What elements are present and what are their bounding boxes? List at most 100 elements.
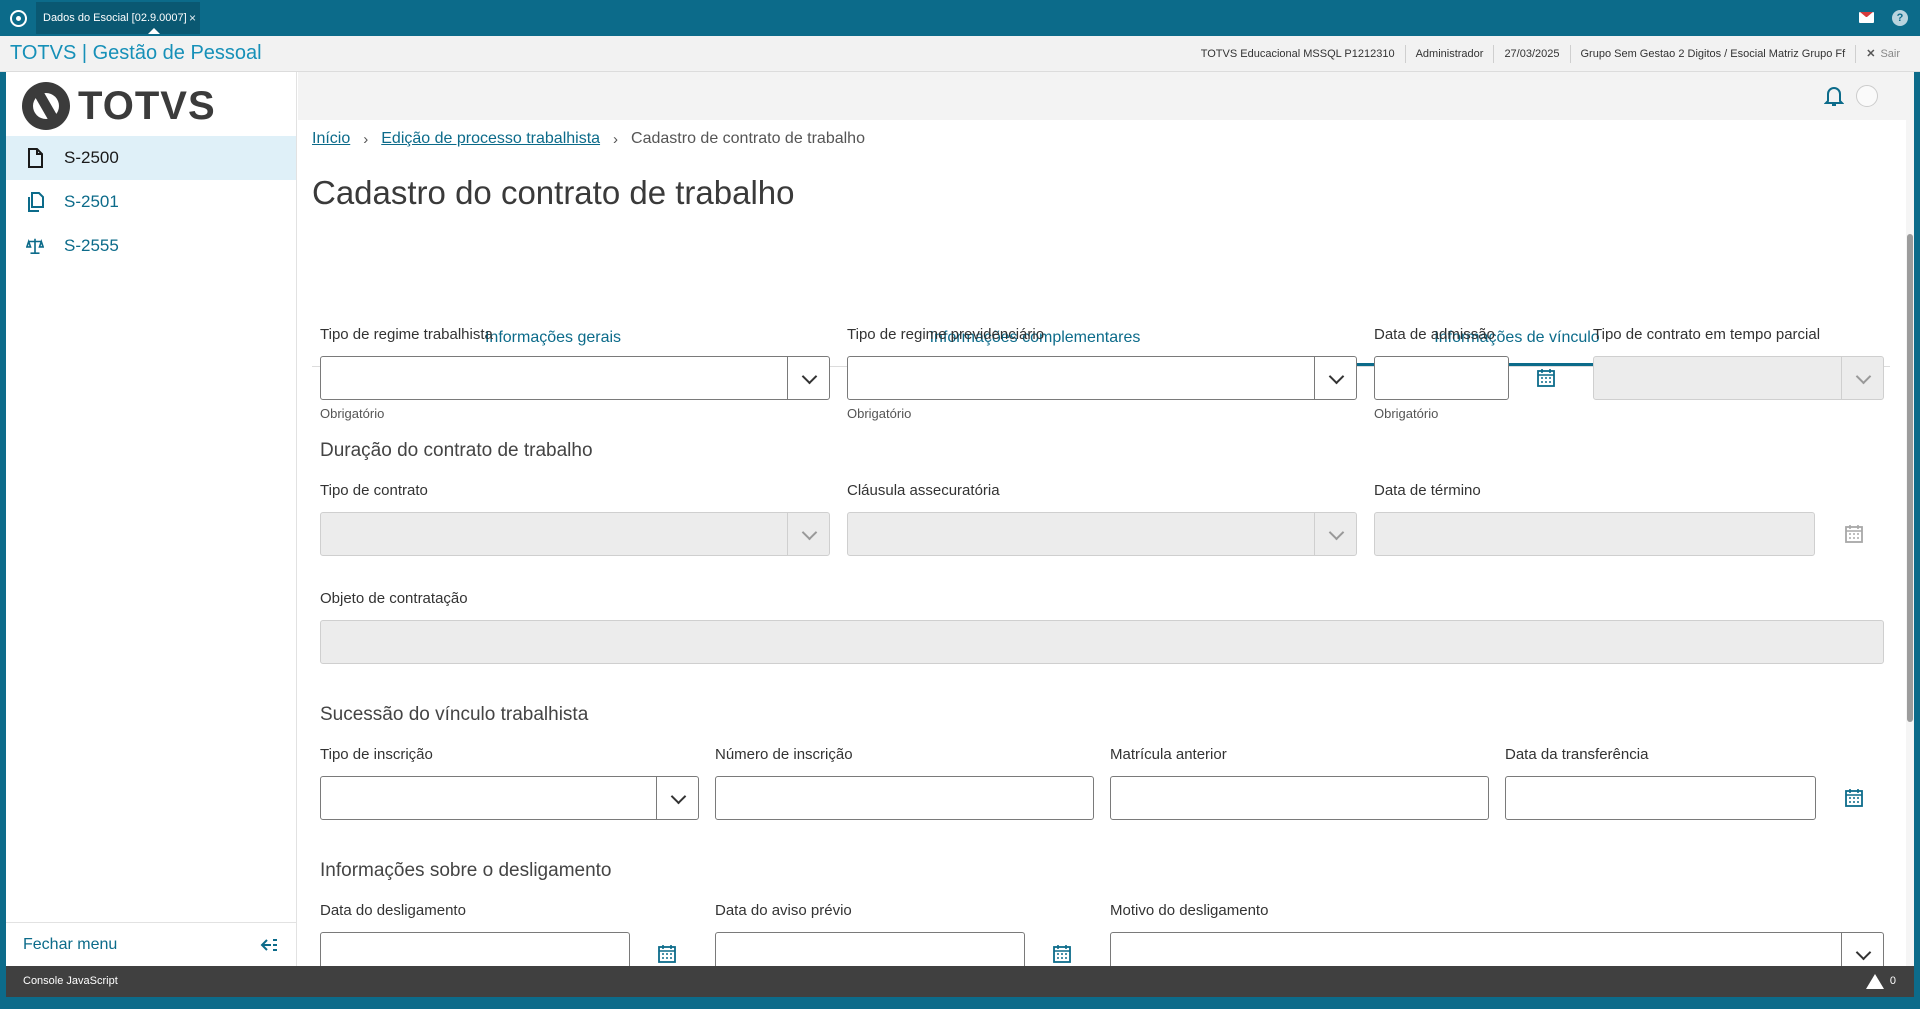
sidebar-menu: S-2500 S-2501 S-2555 [6,136,296,268]
calendar-icon[interactable] [657,944,677,964]
user-label: Administrador [1404,45,1494,63]
duracao-section-title: Duração do contrato de trabalho [320,440,593,461]
help-icon[interactable]: ? [1892,10,1908,26]
breadcrumb-separator-icon: › [613,130,619,148]
collapse-menu-icon [260,938,277,951]
tipo-contrato-parcial-select[interactable] [1593,356,1884,400]
main-content: Início › Edição de processo trabalhista … [298,72,1914,967]
logout-button[interactable]: ✕ Sair [1855,45,1910,63]
document-icon [28,148,43,168]
sidebar-item-s2500[interactable]: S-2500 [6,136,296,180]
window-titlebar: Dados do Esocial [02.9.0007] × ? [0,0,1920,36]
page-title: Cadastro do contrato de trabalho [312,174,795,211]
chevron-down-icon [1841,357,1883,399]
main-toolbar [298,72,1914,120]
console-label: Console JavaScript [23,975,118,987]
chevron-down-icon[interactable] [1841,933,1883,967]
clausula-select[interactable] [847,512,1357,556]
sucessao-section-title: Sucessão do vínculo trabalhista [320,704,589,725]
date-label: 27/03/2025 [1493,45,1569,63]
company-label: Grupo Sem Gestao 2 Digitos / Esocial Mat… [1569,45,1856,63]
tipo-contrato-select[interactable] [320,512,830,556]
tipo-regime-trabalhista-label: Tipo de regime trabalhista [320,326,493,343]
tipo-inscricao-select[interactable] [320,776,699,820]
sidebar: TOTVS S-2500 S-2501 S-2555 Fechar menu [6,72,297,966]
tipo-contrato-parcial-label: Tipo de contrato em tempo parcial [1593,326,1821,343]
calendar-icon[interactable] [1536,368,1556,388]
calendar-icon[interactable] [1844,788,1864,808]
content-frame: TOTVS S-2500 S-2501 S-2555 Fechar menu I… [6,72,1914,967]
numero-inscricao-label: Número de inscrição [715,746,853,763]
data-termino-input[interactable] [1374,512,1815,556]
tipo-inscricao-label: Tipo de inscrição [320,746,433,763]
sidebar-item-s2501[interactable]: S-2501 [6,180,296,224]
matricula-anterior-input[interactable] [1110,776,1489,820]
window-tab-title: Dados do Esocial [02.9.0007] [43,12,187,24]
copy-document-icon [28,192,44,212]
active-tab-marker [148,28,160,34]
breadcrumb-current: Cadastro de contrato de trabalho [631,130,865,147]
objeto-label: Objeto de contratação [320,590,468,607]
logout-label: Sair [1880,48,1900,60]
data-admissao-hint: Obrigatório [1374,406,1439,421]
breadcrumb-parent-link[interactable]: Edição de processo trabalhista [381,130,600,148]
motivo-label: Motivo do desligamento [1110,902,1269,919]
calendar-icon[interactable] [1052,944,1072,964]
sidebar-item-label: S-2500 [64,148,119,167]
chevron-down-icon[interactable] [1314,357,1356,399]
data-termino-label: Data de término [1374,482,1481,499]
clausula-label: Cláusula assecuratória [847,482,1000,499]
tipo-regime-trabalhista-hint: Obrigatório [320,406,385,421]
close-menu-button[interactable]: Fechar menu [6,922,296,966]
breadcrumb-home-link[interactable]: Início [312,130,350,148]
data-admissao-input[interactable] [1374,356,1509,400]
tab-close-icon[interactable]: × [189,2,196,34]
breadcrumb: Início › Edição de processo trabalhista … [312,130,865,148]
tipo-regime-previdenciario-hint: Obrigatório [847,406,912,421]
warning-icon [1865,974,1884,989]
app-brand: TOTVS | Gestão de Pessoal [10,42,262,64]
notification-bell-icon[interactable] [1824,85,1844,107]
breadcrumb-separator-icon: › [363,130,369,148]
close-menu-label: Fechar menu [23,935,118,953]
chevron-down-icon [1314,513,1356,555]
vertical-scrollbar[interactable] [1906,120,1914,966]
scrollbar-thumb[interactable] [1907,234,1913,722]
session-info: TOTVS Educacional MSSQL P1212310 Adminis… [1191,36,1910,72]
data-desligamento-label: Data do desligamento [320,902,466,919]
warning-indicator[interactable]: 0 [1865,966,1896,997]
scale-icon [26,238,44,255]
data-transferencia-label: Data da transferência [1505,746,1649,763]
data-admissao-label: Data de admissão [1374,326,1495,343]
chevron-down-icon[interactable] [656,777,698,819]
app-logo-icon[interactable] [10,10,27,27]
data-desligamento-input[interactable] [320,932,630,966]
tipo-regime-trabalhista-select[interactable] [320,356,830,400]
tipo-contrato-label: Tipo de contrato [320,482,428,499]
numero-inscricao-input[interactable] [715,776,1094,820]
warning-count: 0 [1889,975,1896,987]
data-aviso-label: Data do aviso prévio [715,902,852,919]
data-aviso-input[interactable] [715,932,1025,966]
data-transferencia-input[interactable] [1505,776,1816,820]
sidebar-item-s2555[interactable]: S-2555 [6,224,296,268]
matricula-anterior-label: Matrícula anterior [1110,746,1227,763]
sidebar-item-label: S-2555 [64,236,119,255]
desligamento-section-title: Informações sobre o desligamento [320,860,612,881]
javascript-console-bar[interactable]: Console JavaScript 0 [6,966,1914,997]
motivo-select[interactable] [1110,932,1884,967]
app-header: TOTVS | Gestão de Pessoal TOTVS Educacio… [0,36,1920,72]
sidebar-item-label: S-2501 [64,192,119,211]
chevron-down-icon[interactable] [787,357,829,399]
window-tab[interactable]: Dados do Esocial [02.9.0007] × [36,2,200,34]
logo-text: TOTVS [78,83,216,128]
totvs-logo-icon [22,82,70,130]
calendar-icon [1845,525,1863,543]
tipo-regime-previdenciario-label: Tipo de regime previdenciário [847,326,1045,343]
mail-icon[interactable] [1859,12,1874,23]
objeto-input[interactable] [320,620,1884,664]
user-avatar-icon[interactable] [1856,85,1878,107]
close-icon: ✕ [1866,48,1876,60]
tipo-regime-previdenciario-select[interactable] [847,356,1357,400]
totvs-logo: TOTVS [22,80,216,132]
